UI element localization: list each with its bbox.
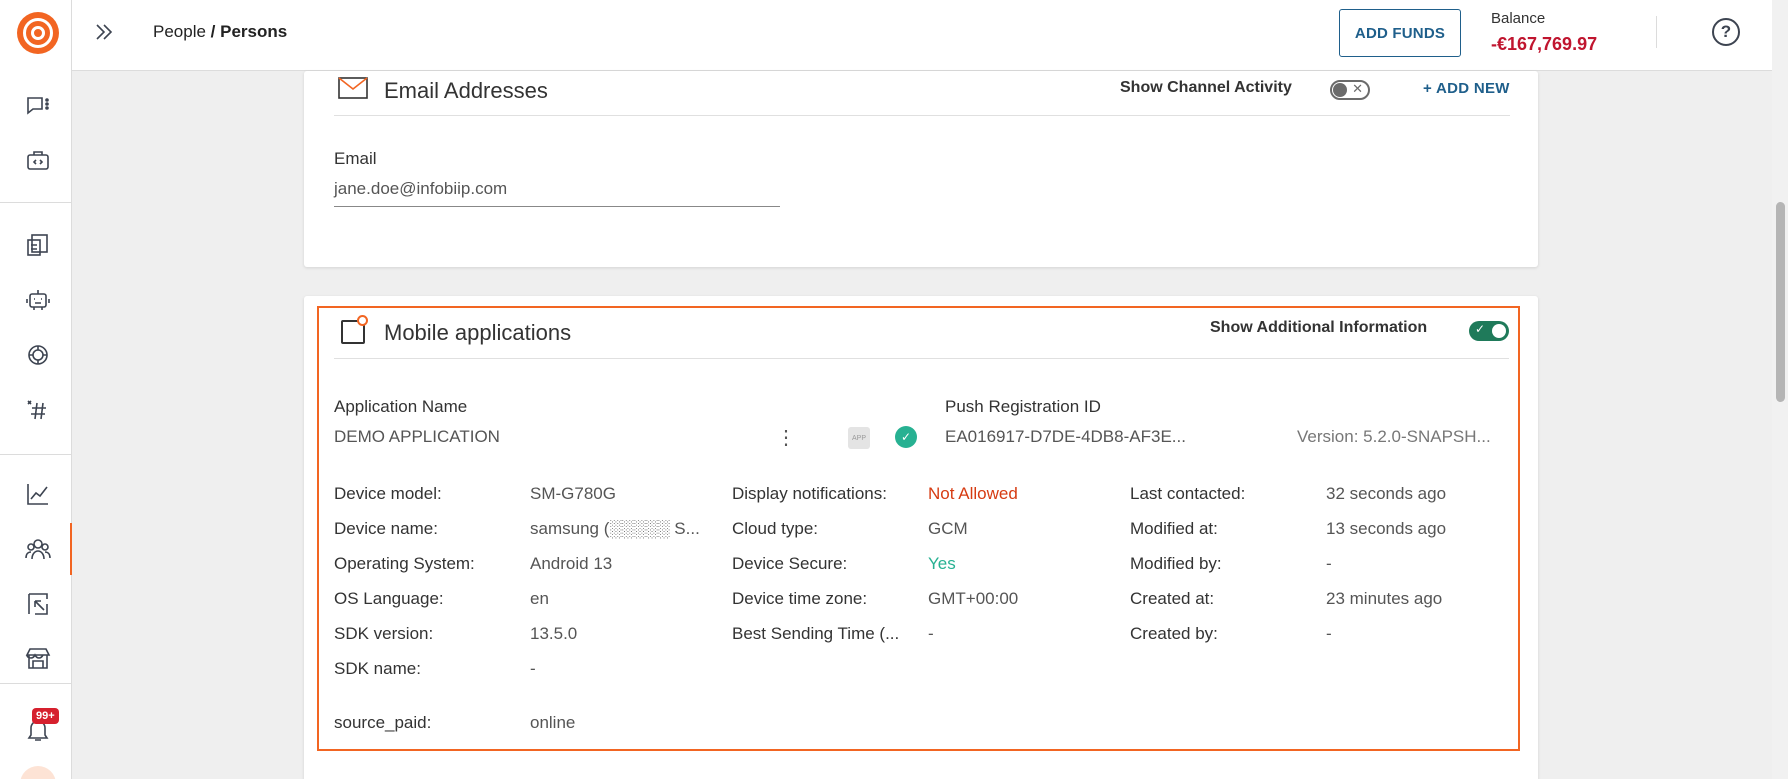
notification-badge: 99+ — [32, 708, 59, 724]
device-time-zone-label: Device time zone: — [732, 589, 868, 608]
os-language-label: OS Language: — [334, 589, 444, 608]
cloud-type-value: GCM — [928, 519, 968, 538]
balance-label: Balance — [1491, 10, 1546, 27]
show-channel-activity-toggle[interactable]: ✕ — [1330, 80, 1370, 100]
sdk-version-value: 13.5.0 — [530, 624, 578, 643]
infobip-logo[interactable] — [17, 12, 59, 54]
toggle-off-icon: ✕ — [1352, 81, 1363, 96]
modified-by-label: Modified by: — [1130, 554, 1222, 573]
email-field-underline — [334, 206, 780, 207]
mobile-section-title: Mobile applications — [384, 320, 572, 345]
device-time-zone-value: GMT+00:00 — [928, 589, 1019, 608]
chatbot-icon[interactable] — [22, 284, 54, 316]
email-field-label: Email — [334, 149, 377, 168]
balance-value: -€167,769.97 — [1491, 34, 1598, 54]
developer-tools-icon[interactable] — [22, 145, 54, 177]
verified-check-icon: ✓ — [895, 426, 917, 448]
breadcrumb-separator: / — [205, 22, 221, 41]
show-channel-activity-label: Show Channel Activity — [1120, 79, 1292, 96]
scrollbar-thumb[interactable] — [1776, 202, 1785, 402]
operating-system-value: Android 13 — [530, 554, 613, 573]
version-value: Version: 5.2.0-SNAPSH... — [1297, 427, 1491, 446]
email-envelope-icon — [338, 77, 368, 99]
mobile-app-dot-icon — [357, 315, 368, 326]
created-by-value: - — [1326, 624, 1332, 643]
breadcrumb-current: Persons — [220, 22, 288, 41]
ai-icon[interactable] — [22, 339, 54, 371]
add-funds-button[interactable]: ADD FUNDS — [1339, 9, 1461, 57]
breadcrumb-parent[interactable]: People — [153, 22, 206, 41]
add-new-email-button[interactable]: + ADD NEW — [1423, 80, 1510, 97]
push-registration-id-label: Push Registration ID — [945, 397, 1101, 416]
left-sidebar: 99+ — [0, 0, 72, 779]
source-paid-value: online — [530, 713, 576, 732]
expand-sidebar-icon[interactable] — [92, 20, 116, 44]
cloud-type-label: Cloud type: — [732, 519, 818, 538]
push-registration-id-value: EA016917-D7DE-4DB8-AF3E... — [945, 427, 1186, 446]
top-bar: People / Persons ADD FUNDS Balance -€167… — [72, 0, 1772, 71]
email-addresses-card: Email Addresses Show Channel Activity ✕ … — [304, 71, 1538, 267]
created-by-label: Created by: — [1130, 624, 1218, 643]
sdk-name-value: - — [530, 659, 536, 678]
display-notifications-value: Not Allowed — [928, 484, 1018, 503]
moments-icon[interactable] — [22, 588, 54, 620]
modified-at-value: 13 seconds ago — [1326, 519, 1447, 538]
store-icon[interactable] — [22, 642, 54, 674]
operating-system-label: Operating System: — [334, 554, 475, 573]
modified-by-value: - — [1326, 554, 1332, 573]
application-name-value: DEMO APPLICATION — [334, 427, 500, 446]
user-avatar[interactable] — [20, 766, 56, 779]
section-divider — [334, 115, 1510, 116]
numbers-icon[interactable] — [22, 395, 54, 427]
os-language-value: en — [530, 589, 549, 608]
help-icon[interactable]: ? — [1712, 18, 1740, 46]
best-sending-time-value: - — [928, 624, 934, 643]
device-name-value: samsung (░░░░░ S... — [530, 519, 700, 538]
sdk-name-label: SDK name: — [334, 659, 421, 678]
device-secure-value: Yes — [928, 554, 956, 573]
show-additional-info-toggle[interactable]: ✓ — [1469, 321, 1509, 341]
device-name-label: Device name: — [334, 519, 438, 538]
topbar-divider — [1656, 16, 1657, 48]
app-chip-icon: APP — [848, 427, 870, 449]
show-additional-info-label: Show Additional Information — [1210, 319, 1428, 336]
section-divider — [334, 358, 1509, 359]
created-at-label: Created at: — [1130, 589, 1215, 608]
email-field[interactable]: jane.doe@infobiip.com — [334, 179, 507, 199]
modified-at-label: Modified at: — [1130, 519, 1218, 538]
created-at-value: 23 minutes ago — [1326, 589, 1443, 608]
device-model-label: Device model: — [334, 484, 442, 503]
people-icon[interactable] — [22, 533, 54, 565]
more-options-icon[interactable]: ⋮ — [776, 428, 796, 448]
sidebar-divider — [0, 202, 72, 203]
last-contacted-label: Last contacted: — [1130, 484, 1246, 503]
toggle-on-check-icon: ✓ — [1475, 322, 1486, 336]
active-nav-indicator — [70, 523, 72, 575]
conversations-icon[interactable] — [22, 90, 54, 122]
last-contacted-value: 32 seconds ago — [1326, 484, 1447, 503]
analytics-icon[interactable] — [22, 478, 54, 510]
breadcrumb: People / Persons — [153, 22, 287, 42]
templates-icon[interactable] — [22, 229, 54, 261]
email-section-title: Email Addresses — [384, 78, 548, 103]
device-model-value: SM-G780G — [530, 484, 616, 503]
source-paid-label: source_paid: — [334, 713, 432, 732]
sidebar-divider — [0, 683, 72, 684]
best-sending-time-label: Best Sending Time (... — [732, 624, 900, 643]
application-name-label: Application Name — [334, 397, 468, 416]
device-secure-label: Device Secure: — [732, 554, 848, 573]
sdk-version-label: SDK version: — [334, 624, 434, 643]
sidebar-divider — [0, 454, 72, 455]
display-notifications-label: Display notifications: — [732, 484, 887, 503]
